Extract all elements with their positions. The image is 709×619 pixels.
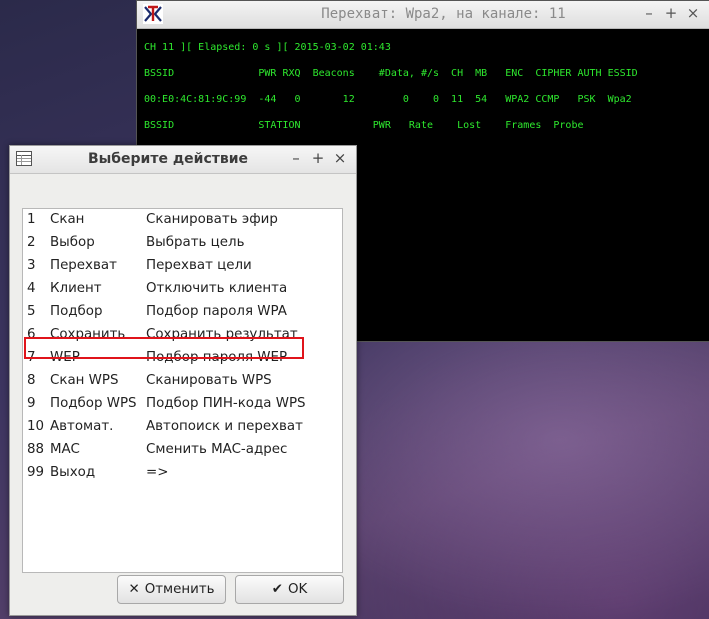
item-name: MAC <box>50 442 80 457</box>
terminal-line-status: CH 11 ][ Elapsed: 0 s ][ 2015-03-02 01:4… <box>144 42 391 53</box>
item-number: 1 <box>27 212 36 227</box>
close-icon[interactable]: × <box>682 4 704 22</box>
item-description: Выбрать цель <box>146 235 245 250</box>
item-description: Сканировать эфир <box>146 212 278 227</box>
action-dialog: Выберите действие – + × 1 Скан Сканировать э… <box>9 145 357 616</box>
dialog-titlebar[interactable]: Выберите действие – + × <box>10 146 356 174</box>
action-list[interactable]: 1 Скан Сканировать эфир 2 Выбор Выбрать цель… <box>22 208 343 573</box>
item-description: Сохранить результат <box>146 327 298 342</box>
checkmark-icon: ✔ <box>271 582 283 597</box>
list-item[interactable]: 8 Скан WPS Сканировать WPS <box>23 370 342 393</box>
list-item[interactable]: 2 Выбор Выбрать цель <box>23 232 342 255</box>
cancel-label: Отменить <box>144 582 215 597</box>
list-item[interactable]: 3 Перехват Перехват цели <box>23 255 342 278</box>
item-number: 7 <box>27 350 36 365</box>
cancel-button[interactable]: ✕ Отменить <box>117 575 226 604</box>
minimize-icon[interactable]: – <box>638 4 660 22</box>
item-number: 88 <box>27 442 45 457</box>
item-description: Автопоиск и перехват <box>146 419 303 434</box>
maximize-icon[interactable]: + <box>660 4 682 22</box>
list-item[interactable]: 4 Клиент Отключить клиента <box>23 278 342 301</box>
item-number: 3 <box>27 258 36 273</box>
item-name: Клиент <box>50 281 102 296</box>
item-name: Перехват <box>50 258 117 273</box>
item-description: Отключить клиента <box>146 281 288 296</box>
list-item[interactable]: 9 Подбор WPS Подбор ПИН-кода WPS <box>23 393 342 416</box>
item-description: Подбор пароля WPA <box>146 304 287 319</box>
list-item[interactable]: 88 MAC Сменить MAC-адрес <box>23 439 342 462</box>
item-number: 5 <box>27 304 36 319</box>
item-description: Сменить MAC-адрес <box>146 442 288 457</box>
terminal-line-ap-row: 00:E0:4C:81:9C:99 -44 0 12 0 0 11 54 WPA… <box>144 94 632 105</box>
item-name: Подбор WPS <box>50 396 137 411</box>
close-icon[interactable]: × <box>329 149 351 167</box>
ok-button[interactable]: ✔ OK <box>235 575 344 604</box>
ok-label: OK <box>287 582 308 597</box>
item-name: Сохранить <box>50 327 126 342</box>
cancel-icon: ✕ <box>128 582 140 597</box>
item-name: Подбор <box>50 304 103 319</box>
item-number: 8 <box>27 373 36 388</box>
list-item[interactable]: 5 Подбор Подбор пароля WPA <box>23 301 342 324</box>
item-description: Подбор пароля WEP <box>146 350 288 365</box>
list-item[interactable]: 7 WEP Подбор пароля WEP <box>23 347 342 370</box>
item-name: Автомат. <box>50 419 114 434</box>
item-description: Подбор ПИН-кода WPS <box>146 396 306 411</box>
terminal-line-ap-header: BSSID PWR RXQ Beacons #Data, #/s CH MB E… <box>144 68 638 79</box>
minimize-icon[interactable]: – <box>285 149 307 167</box>
item-name: Выбор <box>50 235 95 250</box>
maximize-icon[interactable]: + <box>307 149 329 167</box>
list-item[interactable]: 10 Автомат. Автопоиск и перехват <box>23 416 342 439</box>
item-number: 99 <box>27 465 45 480</box>
list-item[interactable]: 1 Скан Сканировать эфир <box>23 209 342 232</box>
item-name: Скан WPS <box>50 373 119 388</box>
item-name: Скан <box>50 212 85 227</box>
item-number: 9 <box>27 396 36 411</box>
item-name: Выход <box>50 465 96 480</box>
item-number: 4 <box>27 281 36 296</box>
terminal-line-station-header: BSSID STATION PWR Rate Lost Frames Probe <box>144 120 584 131</box>
item-name: WEP <box>50 350 80 365</box>
terminal-titlebar[interactable]: Перехват: Wpa2, на канале: 11 – + × <box>137 1 709 29</box>
list-item[interactable]: 99 Выход => <box>23 462 342 485</box>
item-description: Сканировать WPS <box>146 373 272 388</box>
terminal-title: Перехват: Wpa2, на канале: 11 <box>321 6 566 22</box>
list-item[interactable]: 6 Сохранить Сохранить результат <box>23 324 342 347</box>
item-description: Перехват цели <box>146 258 252 273</box>
item-number: 2 <box>27 235 36 250</box>
item-number: 10 <box>27 419 45 434</box>
item-number: 6 <box>27 327 36 342</box>
item-description: => <box>146 465 169 480</box>
